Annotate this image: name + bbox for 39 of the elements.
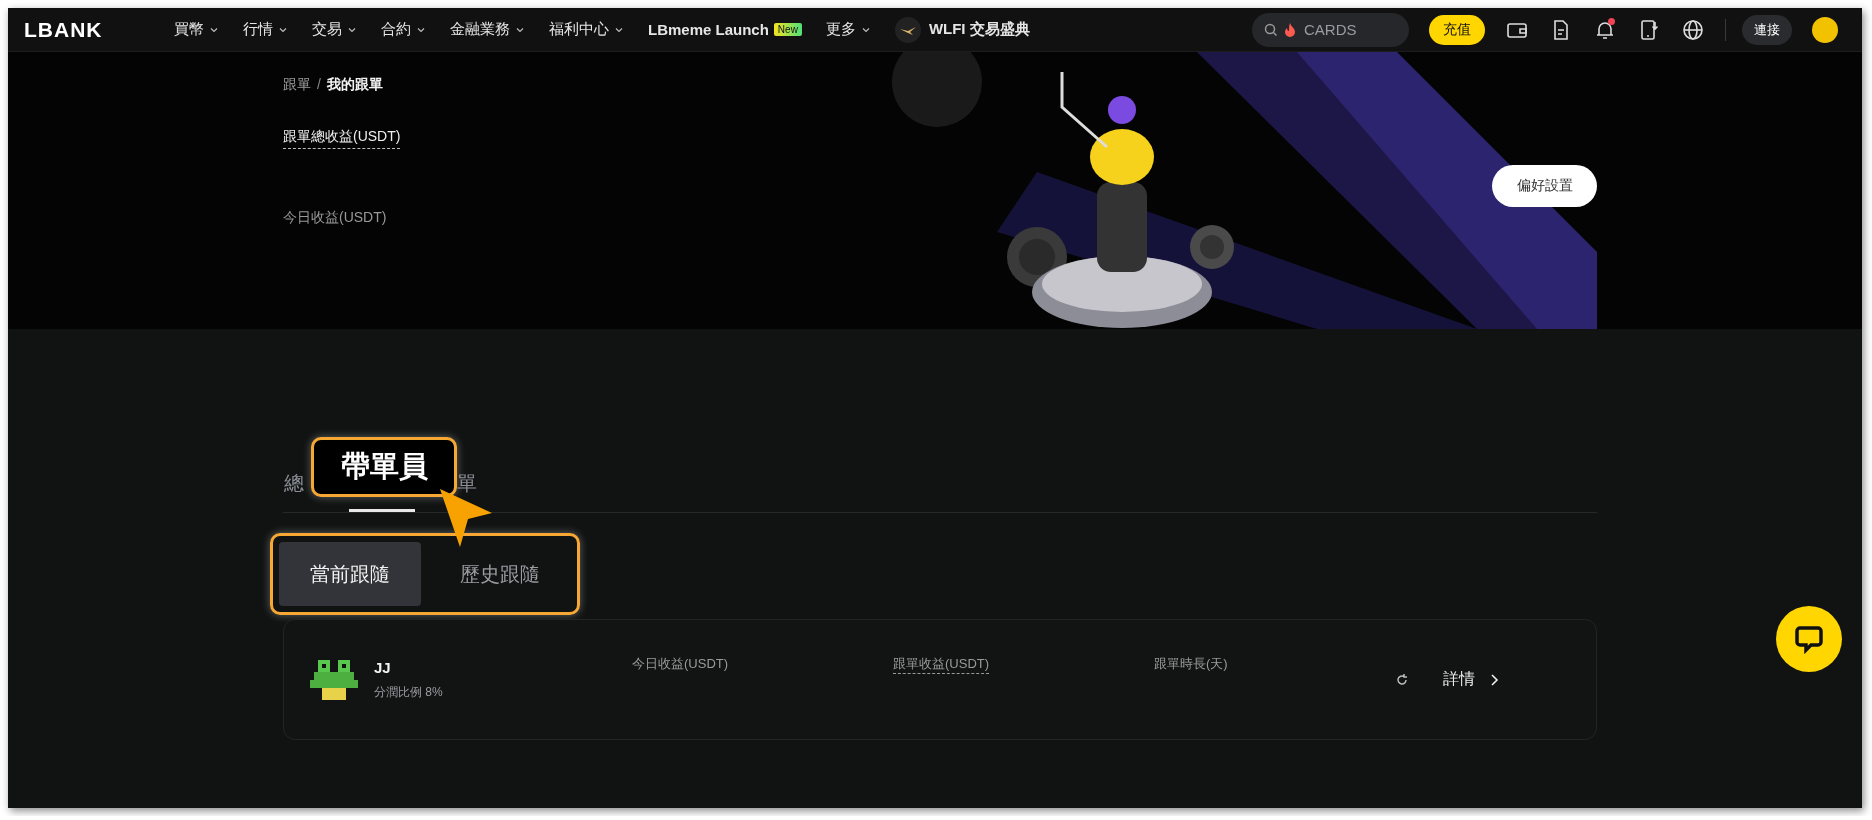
trader-name: JJ: [374, 658, 391, 676]
search-input[interactable]: CARDS: [1302, 20, 1382, 39]
nav-menu-item[interactable]: 行情: [243, 20, 288, 39]
nav-menu-item[interactable]: 交易: [312, 20, 357, 39]
deposit-button[interactable]: 充值: [1429, 14, 1485, 45]
breadcrumb-separator: /: [317, 76, 321, 94]
refresh-icon[interactable]: [1395, 672, 1409, 687]
avatar[interactable]: [1812, 16, 1838, 43]
promo-logo-icon: [894, 16, 921, 43]
preferences-button[interactable]: 偏好設置: [1492, 165, 1597, 207]
column-label: 今日收益(USDT): [632, 656, 729, 673]
detail-link[interactable]: 詳情: [1437, 668, 1505, 691]
tab[interactable]: 單: [456, 464, 478, 512]
nav-menu-item[interactable]: 金融業務: [450, 20, 525, 39]
tab[interactable]: 總: [283, 464, 305, 512]
chat-bubble-icon: [1794, 624, 1824, 654]
breadcrumb-item: 我的跟單: [326, 76, 383, 94]
nav-menu-item[interactable]: 合約: [381, 20, 426, 39]
segment-tab[interactable]: 歷史跟隨: [429, 542, 571, 606]
today-earnings-label: 今日收益(USDT): [283, 209, 387, 227]
nav-menu-item[interactable]: 福利中心: [549, 20, 624, 39]
logo[interactable]: LBANK: [24, 17, 174, 42]
total-earnings-label: 跟單總收益(USDT): [283, 128, 401, 149]
globe-icon[interactable]: [1681, 17, 1705, 42]
column-label: 跟單時長(天): [1154, 656, 1228, 673]
nav-menu-item[interactable]: WLFI 交易盛典: [928, 20, 1030, 39]
new-badge: New: [773, 23, 802, 36]
segment-tab[interactable]: 當前跟隨: [279, 542, 421, 606]
nav-menu-item[interactable]: 買幣: [174, 20, 219, 39]
chevron-right-icon: [1489, 672, 1499, 687]
flame-icon: [1284, 22, 1296, 37]
connect-button[interactable]: 連接: [1742, 14, 1792, 45]
profit-share-text: 分潤比例 8%: [374, 683, 443, 701]
search-icon: [1264, 22, 1278, 37]
nav-menu-item[interactable]: LBmeme Launch New: [648, 21, 802, 38]
search-bar[interactable]: CARDS: [1252, 12, 1409, 47]
nav-menu-item[interactable]: 更多: [825, 20, 871, 39]
column-label: 跟單收益(USDT): [893, 656, 990, 674]
breadcrumb-item[interactable]: 跟單: [283, 76, 311, 94]
